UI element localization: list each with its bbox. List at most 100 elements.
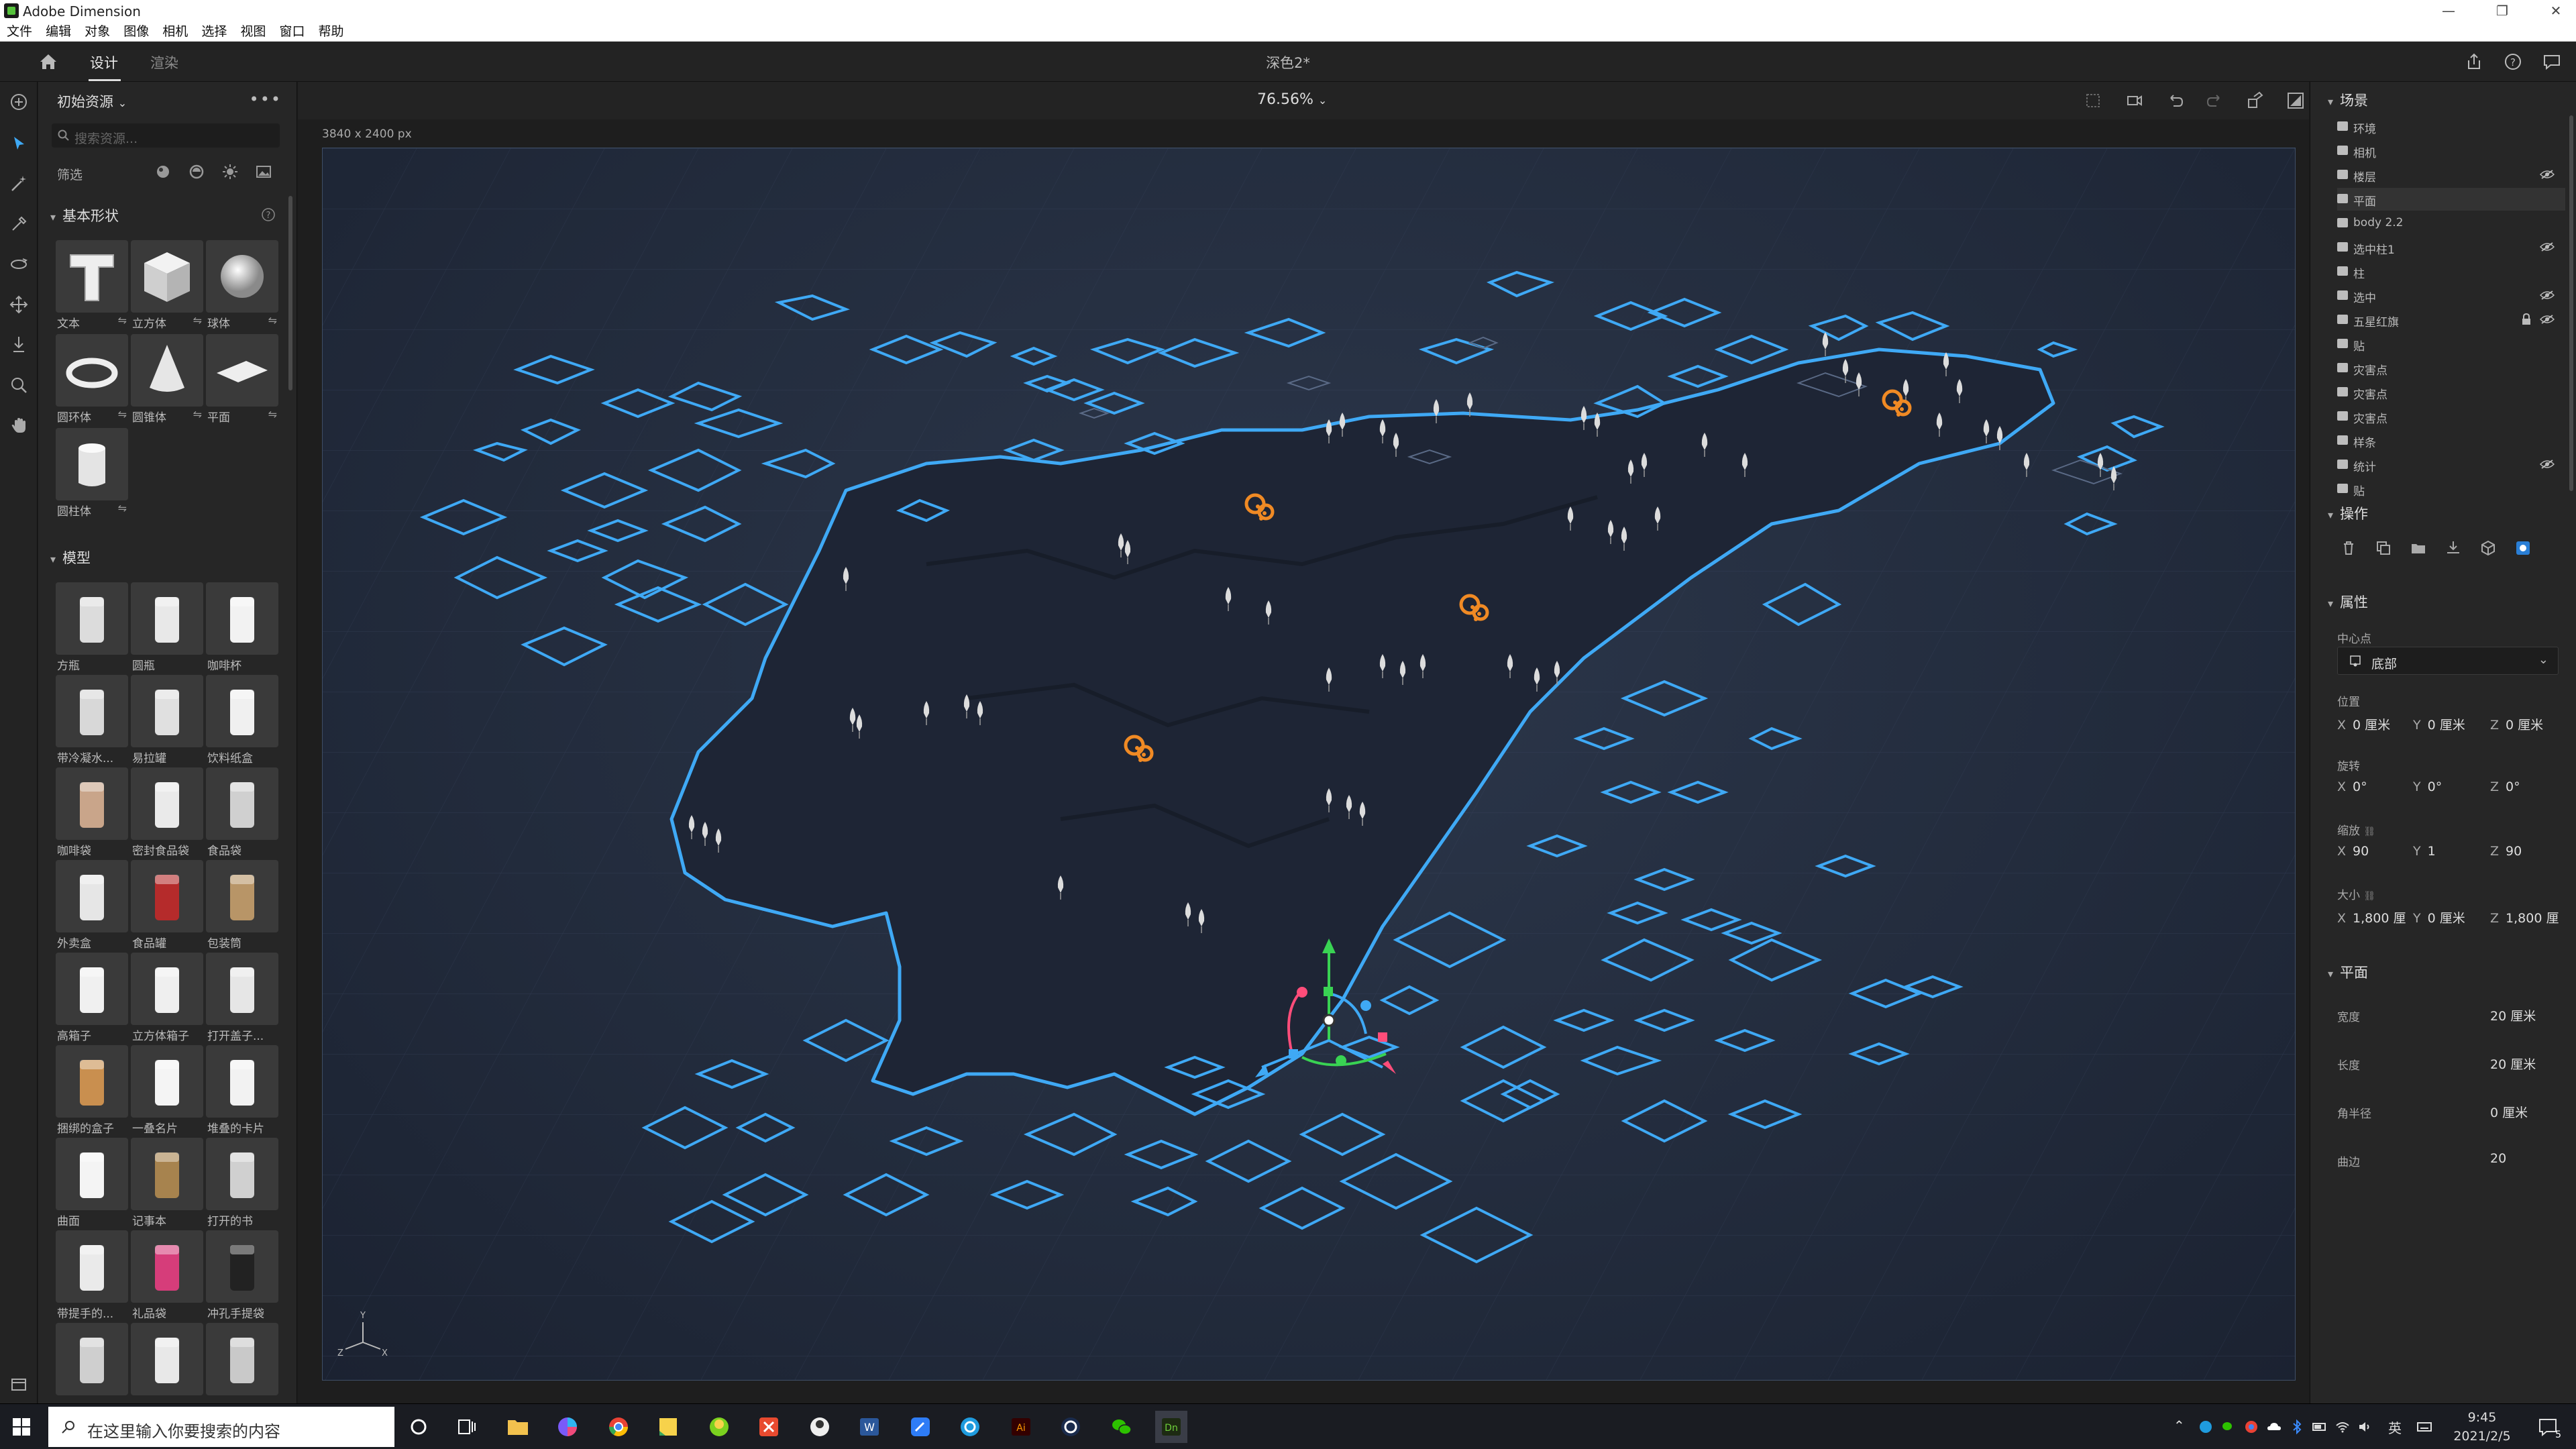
app-red-x-icon[interactable] bbox=[753, 1411, 785, 1443]
layer-row[interactable]: 选中柱1 bbox=[2337, 236, 2565, 259]
app-colorwheel-icon[interactable] bbox=[551, 1411, 584, 1443]
windows-start-icon[interactable] bbox=[11, 1416, 32, 1438]
layer-row[interactable]: 统计 bbox=[2337, 453, 2565, 476]
share-icon[interactable] bbox=[2463, 51, 2485, 72]
scale-y-field[interactable]: Y1 bbox=[2413, 844, 2436, 859]
layer-row[interactable]: 贴 bbox=[2337, 333, 2565, 356]
app-blue-note-icon[interactable] bbox=[904, 1411, 936, 1443]
eye-off-icon[interactable] bbox=[2539, 241, 2555, 252]
rotation-x-field[interactable]: X 0° bbox=[2337, 780, 2367, 794]
model-asset[interactable]: 高箱子 bbox=[56, 953, 128, 1043]
pivot-dropdown[interactable]: 底部 ⌄ bbox=[2337, 647, 2559, 675]
assets-dropdown[interactable]: 初始资源 ⌄ bbox=[57, 91, 127, 111]
asset-cone[interactable]: 圆锥体 ⇋ bbox=[131, 334, 203, 425]
dolly-icon[interactable] bbox=[8, 334, 30, 356]
rotation-z-field[interactable]: Z 0° bbox=[2490, 780, 2520, 794]
battery-icon[interactable] bbox=[2312, 1419, 2328, 1435]
layer-row[interactable]: 灾害点 bbox=[2337, 405, 2565, 428]
size-x-field[interactable]: X 1,800 厘 bbox=[2337, 908, 2406, 926]
center-object-icon[interactable] bbox=[2478, 538, 2498, 558]
plane-width-field[interactable]: 20 厘米 bbox=[2490, 1006, 2536, 1024]
menu-object[interactable]: 对象 bbox=[85, 21, 110, 42]
dimension-taskbar-icon[interactable]: Dn bbox=[1155, 1411, 1187, 1443]
rotation-y-field[interactable]: Y 0° bbox=[2413, 780, 2442, 794]
ime-indicator[interactable]: 英 bbox=[2388, 1417, 2402, 1437]
tray-expand-icon[interactable]: ⌃ bbox=[2174, 1417, 2185, 1434]
group-icon[interactable] bbox=[2408, 538, 2428, 558]
model-asset[interactable]: 密封食品袋 bbox=[131, 767, 203, 858]
filter-images-icon[interactable] bbox=[254, 162, 273, 181]
sliders-icon[interactable]: ⇋ bbox=[268, 408, 277, 421]
undo-camera-icon[interactable] bbox=[2164, 90, 2186, 111]
model-asset[interactable]: 方瓶 bbox=[56, 582, 128, 673]
render-preview-icon[interactable] bbox=[2285, 90, 2306, 111]
layer-row[interactable]: 灾害点 bbox=[2337, 357, 2565, 380]
layer-row[interactable]: 平面 bbox=[2337, 188, 2565, 211]
model-asset[interactable]: 带冷凝水... bbox=[56, 675, 128, 765]
layer-row[interactable]: 楼层 bbox=[2337, 164, 2565, 186]
cinema4d-icon[interactable] bbox=[1055, 1411, 1087, 1443]
pan-icon[interactable] bbox=[8, 294, 30, 315]
sliders-icon[interactable]: ⇋ bbox=[118, 408, 127, 421]
model-asset[interactable]: 立方体箱子 bbox=[131, 953, 203, 1043]
tab-design[interactable]: 设计 bbox=[90, 52, 118, 72]
model-asset[interactable] bbox=[131, 1323, 203, 1411]
model-asset[interactable]: 曲面 bbox=[56, 1138, 128, 1228]
assets-scrollbar[interactable] bbox=[288, 196, 292, 390]
match-image-icon[interactable] bbox=[2513, 538, 2533, 558]
menu-window[interactable]: 窗口 bbox=[279, 21, 305, 42]
sliders-icon[interactable]: ⇋ bbox=[268, 314, 277, 327]
duplicate-icon[interactable] bbox=[2373, 538, 2394, 558]
menu-image[interactable]: 图像 bbox=[123, 21, 149, 42]
position-z-field[interactable]: Z0 厘米 bbox=[2490, 715, 2543, 733]
model-asset[interactable]: 带提手的... bbox=[56, 1230, 128, 1321]
model-asset[interactable]: 外卖盒 bbox=[56, 860, 128, 951]
plane-curved-edge-field[interactable]: 20 bbox=[2490, 1151, 2506, 1166]
asset-search-input[interactable]: 搜索资源... bbox=[52, 123, 280, 148]
volume-icon[interactable] bbox=[2357, 1419, 2373, 1435]
eye-off-icon[interactable] bbox=[2539, 169, 2555, 180]
task-view-icon[interactable] bbox=[451, 1411, 483, 1443]
asset-cylinder[interactable]: 圆柱体 ⇋ bbox=[56, 428, 128, 519]
taskbar-search-input[interactable]: 在这里输入你要搜索的内容 bbox=[48, 1407, 394, 1447]
model-asset[interactable]: 冲孔手提袋 bbox=[206, 1230, 278, 1321]
scene-canvas[interactable]: Y Z X bbox=[322, 148, 2296, 1381]
asset-plane[interactable]: 平面 ⇋ bbox=[206, 334, 278, 425]
model-asset[interactable]: 堆叠的卡片 bbox=[206, 1045, 278, 1136]
snap-icon[interactable] bbox=[2245, 90, 2266, 111]
layer-row[interactable]: 样条 bbox=[2337, 429, 2565, 452]
menu-select[interactable]: 选择 bbox=[201, 21, 227, 42]
model-asset[interactable]: 饮料纸盒 bbox=[206, 675, 278, 765]
zoom-icon[interactable] bbox=[8, 374, 30, 396]
scale-x-field[interactable]: X 90 bbox=[2337, 844, 2369, 859]
tray-cloud-icon[interactable] bbox=[2266, 1419, 2282, 1435]
eye-off-icon[interactable] bbox=[2539, 459, 2555, 470]
filter-lights-icon[interactable] bbox=[221, 162, 239, 181]
model-asset[interactable]: 捆绑的盒子 bbox=[56, 1045, 128, 1136]
model-asset[interactable] bbox=[56, 1323, 128, 1411]
model-asset[interactable]: 食品罐 bbox=[131, 860, 203, 951]
link-icon[interactable]: ⛓ bbox=[2363, 826, 2375, 837]
model-asset[interactable] bbox=[206, 1323, 278, 1411]
layer-row[interactable]: 相机 bbox=[2337, 140, 2565, 162]
layer-row[interactable]: 选中 bbox=[2337, 284, 2565, 307]
frame-icon[interactable] bbox=[2082, 90, 2104, 111]
feedback-icon[interactable] bbox=[2541, 51, 2563, 72]
scene-section-header[interactable]: ▾ 场景 bbox=[2328, 90, 2368, 110]
filter-materials-icon[interactable] bbox=[187, 162, 206, 181]
link-icon[interactable]: ⛓ bbox=[2363, 891, 2375, 902]
size-y-field[interactable]: Y0 厘米 bbox=[2413, 908, 2465, 926]
menu-view[interactable]: 视图 bbox=[240, 21, 266, 42]
plane-corner-radius-field[interactable]: 0 厘米 bbox=[2490, 1103, 2528, 1121]
file-explorer-icon[interactable] bbox=[502, 1411, 534, 1443]
minimize-button[interactable]: — bbox=[2428, 0, 2469, 21]
model-asset[interactable]: 记事本 bbox=[131, 1138, 203, 1228]
model-asset[interactable]: 易拉罐 bbox=[131, 675, 203, 765]
properties-section-header[interactable]: ▾ 属性 bbox=[2328, 592, 2368, 612]
size-z-field[interactable]: Z 1,800 厘 bbox=[2490, 908, 2559, 926]
model-asset[interactable]: 包装筒 bbox=[206, 860, 278, 951]
menu-help[interactable]: 帮助 bbox=[319, 21, 344, 42]
close-button[interactable]: ✕ bbox=[2536, 0, 2576, 21]
layer-row[interactable]: 五星红旗 bbox=[2337, 309, 2565, 331]
tray-chrome-icon[interactable] bbox=[2243, 1419, 2259, 1435]
